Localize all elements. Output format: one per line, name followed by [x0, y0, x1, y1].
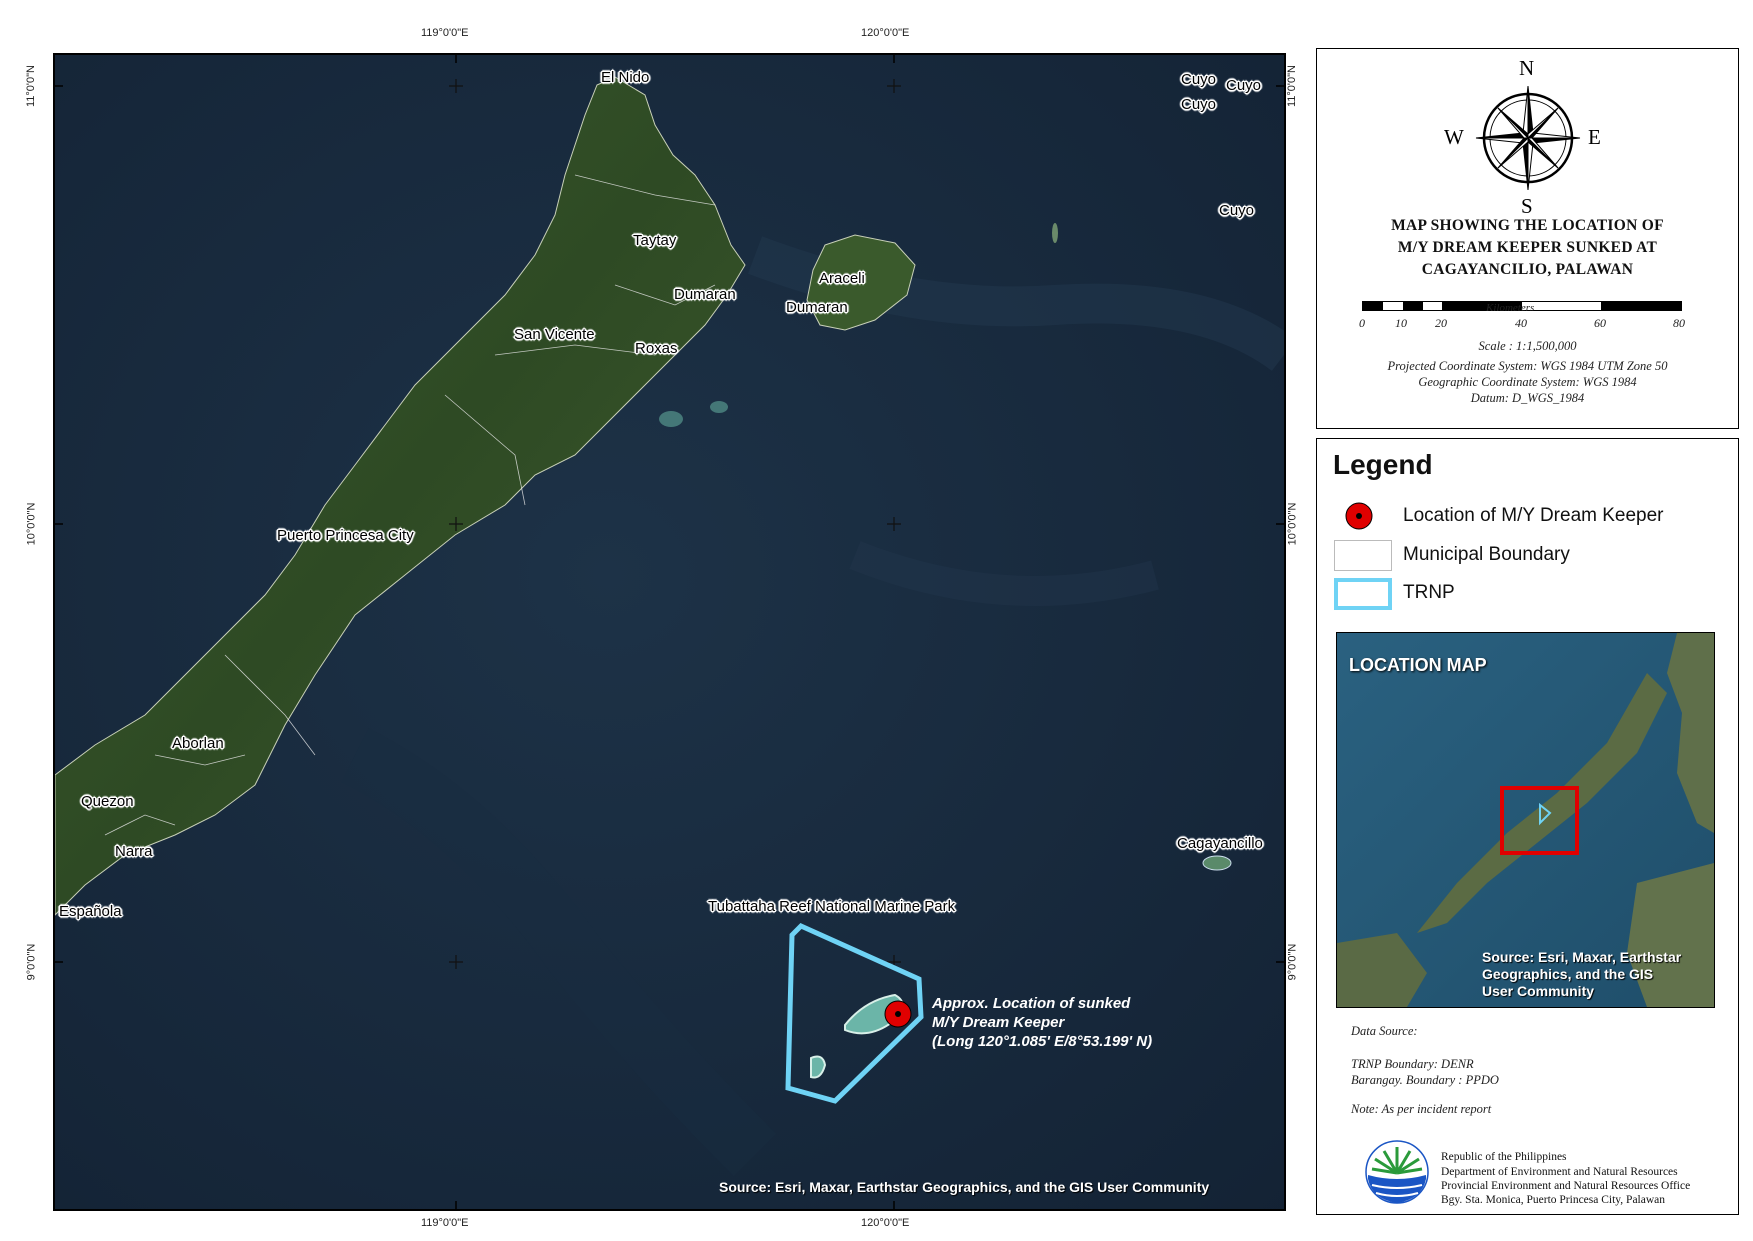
label-araceli: Araceli [819, 270, 865, 287]
legend-boundary-swatch [1334, 540, 1392, 571]
label-dumaran-1: Dumaran [674, 286, 736, 303]
scale-tick-40: 40 [1515, 316, 1527, 330]
scale-unit: Kilometers [1486, 302, 1535, 314]
label-aborlan: Aborlan [172, 735, 224, 752]
compass-rose-icon [1475, 85, 1581, 191]
label-el-nido: El Nido [601, 69, 650, 86]
map-title: MAP SHOWING THE LOCATION OF M/Y DREAM KE… [1317, 215, 1738, 281]
location-inset-map[interactable]: LOCATION MAP Source: Esri, Maxar, Earths… [1336, 632, 1715, 1008]
scale-tick-60: 60 [1594, 316, 1606, 330]
geographic-cs: Geographic Coordinate System: WGS 1984 [1418, 375, 1637, 389]
label-narra: Narra [115, 843, 153, 860]
title-panel: N S W E MAP SHOWING THE LOCATION OF M/Y … [1316, 48, 1739, 429]
lat-label-left-9: 9°0'0"N [25, 943, 38, 981]
lat-label-right-9: 9°0'0"N [1286, 943, 1299, 981]
lat-label-left-11: 11°0'0"N [25, 64, 38, 108]
note-barangay: Barangay. Boundary : PPDO [1351, 1073, 1499, 1087]
label-cuyo-1: Cuyo [1181, 71, 1217, 88]
label-taytay: Taytay [633, 232, 677, 249]
legend-label-boundary: Municipal Boundary [1403, 544, 1570, 565]
lat-label-left-10: 10°0'0"N [25, 502, 38, 546]
lon-label-bottom-119: 119°0'0"E [421, 1217, 469, 1229]
inset-source-line-2: Geographics, and the GIS [1482, 966, 1654, 982]
inset-source-line-3: User Community [1482, 983, 1595, 999]
scale-tick-20: 20 [1435, 316, 1447, 330]
map-source-credit: Source: Esri, Maxar, Earthstar Geographi… [719, 1179, 1210, 1195]
cagayancillo-island [1202, 855, 1232, 871]
label-espanola: Española [59, 903, 122, 920]
inset-source-credit: Source: Esri, Maxar, Earthstar Geographi… [1482, 949, 1681, 1000]
label-quezon: Quezon [81, 793, 134, 810]
legend-label-location: Location of M/Y Dream Keeper [1403, 505, 1664, 526]
label-cuyo-4: Cuyo [1219, 202, 1255, 219]
map-title-line-2: M/Y DREAM KEEPER SUNKED AT [1397, 239, 1658, 256]
legend-trnp-swatch [1334, 578, 1392, 610]
label-cagayancillo: Cagayancillo [1177, 835, 1263, 852]
incident-annotation: Approx. Location of sunked M/Y Dream Kee… [932, 994, 1152, 1051]
label-cuyo-3: Cuyo [1181, 96, 1217, 113]
agency-line-1: Republic of the Philippines [1441, 1151, 1567, 1163]
scale-tick-10: 10 [1395, 316, 1407, 330]
agency-line-4: Bgy. Sta. Monica, Puerto Princesa City, … [1441, 1194, 1666, 1206]
denr-logo-icon [1365, 1140, 1429, 1204]
datum-text: Datum: D_WGS_1984 [1470, 391, 1585, 405]
label-dumaran-2: Dumaran [786, 299, 848, 316]
label-puerto-princesa: Puerto Princesa City [277, 527, 414, 544]
note-trnp: TRNP Boundary: DENR [1351, 1057, 1474, 1071]
label-tubbataha: Tubattaha Reef National Marine Park [708, 898, 956, 915]
compass-west: W [1444, 125, 1464, 149]
lon-label-top-120: 120°0'0"E [861, 27, 910, 39]
legend-marker-icon [1345, 502, 1373, 530]
note-incident: Note: As per incident report [1351, 1102, 1492, 1116]
scale-tick-80: 80 [1673, 316, 1685, 330]
legend-panel: Legend Location of M/Y Dream Keeper Muni… [1316, 438, 1739, 1215]
annotation-line-3: (Long 120°1.085' E/8°53.199' N) [932, 1033, 1153, 1050]
lon-label-top-119: 119°0'0"E [421, 27, 469, 39]
legend-label-trnp: TRNP [1403, 582, 1455, 603]
annotation-line-1: Approx. Location of sunked [932, 995, 1131, 1012]
label-cuyo-2: Cuyo [1226, 77, 1262, 94]
lat-label-right-10: 10°0'0"N [1286, 502, 1299, 546]
note-data-source: Data Source: [1351, 1024, 1418, 1038]
lon-label-bottom-120: 120°0'0"E [861, 1217, 910, 1229]
compass-north: N [1519, 56, 1535, 80]
compass-east: E [1588, 125, 1601, 149]
inset-title: LOCATION MAP [1349, 655, 1487, 675]
projected-cs: Projected Coordinate System: WGS 1984 UT… [1387, 359, 1668, 373]
label-san-vicente: San Vicente [514, 326, 595, 343]
map-title-line-1: MAP SHOWING THE LOCATION OF [1391, 217, 1664, 234]
legend-title: Legend [1333, 449, 1433, 480]
inset-source-line-1: Source: Esri, Maxar, Earthstar [1482, 949, 1682, 965]
scale-text: Scale : 1:1,500,000 [1478, 339, 1577, 353]
scale-tick-0: 0 [1359, 316, 1365, 330]
map-title-line-3: CAGAYANCILIO, PALAWAN [1421, 261, 1634, 278]
agency-line-3: Provincial Environment and Natural Resou… [1441, 1180, 1691, 1192]
lat-label-right-11: 11°0'0"N [1286, 64, 1299, 108]
agency-line-2: Department of Environment and Natural Re… [1441, 1166, 1678, 1178]
main-map[interactable]: El Nido Cuyo Cuyo Cuyo Cuyo Taytay Arace… [53, 53, 1286, 1211]
annotation-line-2: M/Y Dream Keeper [932, 1014, 1065, 1031]
label-roxas: Roxas [635, 340, 678, 357]
